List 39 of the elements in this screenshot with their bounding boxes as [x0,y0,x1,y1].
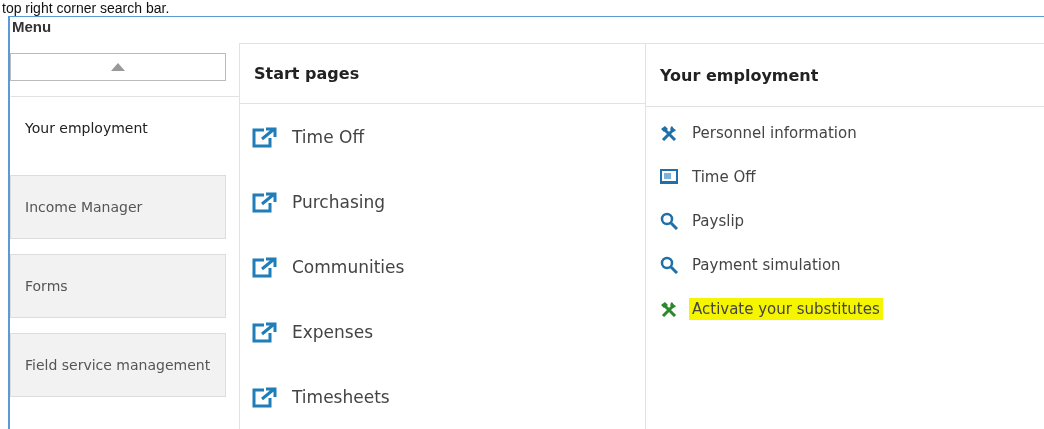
link-label: Time Off [691,167,757,188]
start-page-link[interactable]: Expenses [240,299,373,364]
menu-tab[interactable]: Forms [10,254,226,318]
link-label: Time Off [292,126,365,147]
start-page-link[interactable]: Communities [240,234,405,299]
link-label: Personnel information [691,123,858,144]
external-link-icon [252,190,278,213]
employment-link[interactable]: Time Off [660,155,759,199]
tools-icon [660,301,678,317]
start-page-link[interactable]: Time Off [240,104,365,169]
external-link-icon [252,255,278,278]
caret-up-icon [111,63,125,71]
menu-tab[interactable]: Income Manager [10,175,226,239]
caption-text: top right corner search bar. [1,0,171,16]
external-link-icon [252,385,278,408]
search-icon [660,256,678,274]
employment-link[interactable]: Payment simulation [660,243,844,287]
link-label: Communities [292,256,405,277]
link-label: Purchasing [292,191,386,212]
external-link-icon [252,125,278,148]
form-icon [660,169,678,185]
start-page-link[interactable]: Purchasing [240,169,386,234]
link-label: Timesheets [292,386,390,407]
link-label: Activate your substitutes [689,298,883,320]
menu-title: Menu [11,17,52,35]
employment-link[interactable]: Personnel information [660,111,860,155]
search-icon [660,212,678,230]
start-page-link[interactable]: Timesheets [240,364,390,429]
link-label: Expenses [292,321,373,342]
tools-icon [660,125,678,141]
link-label: Payment simulation [691,255,842,276]
employment-link[interactable]: Activate your substitutes [660,287,883,331]
column-title: Your employment [660,65,819,85]
employment-link[interactable]: Payslip [660,199,748,243]
external-link-icon [252,320,278,343]
menu-tab[interactable]: Field service management [10,333,226,397]
scroll-up-button[interactable] [10,53,226,81]
column-title: Start pages [254,64,360,83]
link-label: Payslip [691,211,746,232]
